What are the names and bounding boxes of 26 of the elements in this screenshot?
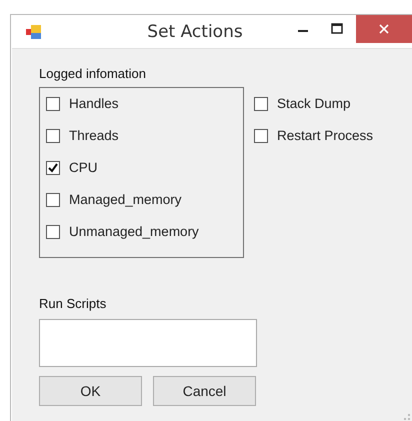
window-title: Set Actions (147, 22, 243, 42)
checkbox-option[interactable]: Unmanaged_memory (46, 224, 243, 239)
close-icon (379, 24, 389, 34)
checkbox-option[interactable]: Threads (46, 128, 243, 143)
checkbox[interactable] (254, 128, 268, 142)
group-label: Logged infomation (39, 66, 146, 81)
checkmark-icon (48, 162, 58, 172)
app-icon (26, 24, 42, 40)
checkbox-option[interactable]: Handles (46, 96, 243, 111)
checkbox[interactable] (46, 128, 60, 142)
scripts-field[interactable] (39, 319, 257, 367)
checkbox-option[interactable]: Managed_memory (46, 192, 243, 207)
checkbox[interactable] (46, 96, 60, 110)
checkbox[interactable] (46, 160, 60, 174)
checkbox-option[interactable]: Restart Process (254, 128, 374, 143)
checkbox[interactable] (254, 96, 268, 110)
checkbox-option[interactable]: Stack Dump (254, 96, 374, 111)
dialog-button[interactable]: OK (39, 376, 142, 406)
maximize-icon (331, 23, 343, 35)
dialog-button[interactable]: Cancel (153, 376, 256, 406)
checkbox[interactable] (46, 224, 60, 238)
minimize-icon (298, 30, 308, 32)
checkbox-option[interactable]: CPU (46, 160, 243, 175)
resize-grip-icon (404, 414, 410, 420)
field-label: Run Scripts (39, 296, 106, 311)
checkbox[interactable] (46, 192, 60, 206)
